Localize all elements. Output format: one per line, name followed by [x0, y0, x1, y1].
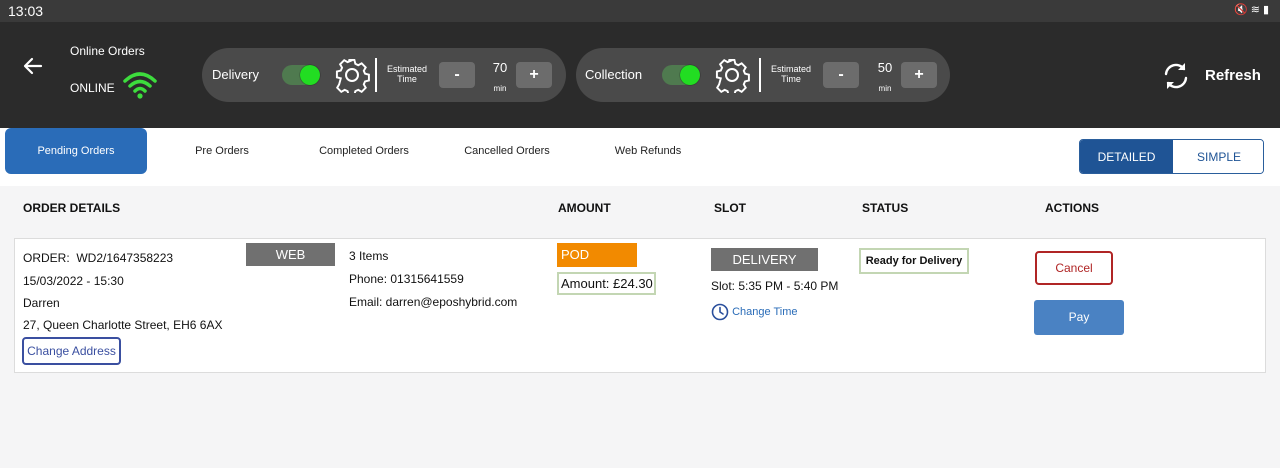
tab-completed-orders[interactable]: Completed Orders	[304, 128, 424, 174]
customer-email: Email: darren@eposhybrid.com	[349, 295, 518, 309]
divider	[759, 58, 761, 92]
delivery-settings-gear-icon[interactable]	[334, 57, 370, 98]
order-datetime: 15/03/2022 - 15:30	[23, 274, 124, 288]
collection-time-value: 50	[877, 60, 893, 75]
order-amount: Amount: £24.30	[557, 272, 656, 295]
order-number: ORDER: WD2/1647358223	[23, 251, 173, 265]
detailed-view-button[interactable]: DETAILED	[1080, 140, 1173, 173]
cancel-order-button[interactable]: Cancel	[1035, 251, 1113, 285]
tab-cancelled-orders[interactable]: Cancelled Orders	[450, 128, 564, 174]
refresh-icon[interactable]	[1160, 60, 1192, 97]
customer-phone: Phone: 01315641559	[349, 272, 464, 286]
system-status-bar: 13:03 🔇≋▮	[0, 0, 1280, 22]
toggle-knob	[680, 65, 700, 85]
order-status-badge: Ready for Delivery	[859, 248, 969, 274]
column-header-status: STATUS	[862, 201, 909, 215]
online-orders-title: Online Orders	[70, 44, 145, 58]
slot-type-badge: DELIVERY	[711, 248, 818, 271]
order-source-badge: WEB	[246, 243, 335, 266]
app-header: Online Orders ONLINE Delivery Estimated T…	[0, 22, 1280, 128]
collection-label: Collection	[585, 67, 643, 82]
change-time-link[interactable]: Change Time	[711, 303, 798, 321]
payment-method-badge: POD	[557, 243, 637, 267]
delivery-decrease-button[interactable]: -	[439, 62, 475, 88]
delivery-label: Delivery	[212, 67, 259, 82]
est-label-line2: Time	[397, 74, 417, 84]
change-address-button[interactable]: Change Address	[22, 337, 121, 365]
collection-decrease-button[interactable]: -	[823, 62, 859, 88]
clock-icon	[711, 303, 729, 321]
delivery-time-value: 70	[492, 60, 508, 75]
collection-toggle[interactable]	[662, 65, 700, 85]
delivery-increase-button[interactable]: +	[516, 62, 552, 88]
wifi-icon: ≋	[1250, 4, 1263, 16]
collection-time-unit: min	[878, 84, 892, 93]
est-label-line2: Time	[781, 74, 801, 84]
customer-name: Darren	[23, 296, 60, 310]
order-id: WD2/1647358223	[76, 251, 174, 265]
simple-view-button[interactable]: SIMPLE	[1173, 140, 1263, 173]
collection-settings-gear-icon[interactable]	[714, 57, 750, 98]
column-header-amount: AMOUNT	[558, 201, 611, 215]
toggle-knob	[300, 65, 320, 85]
wifi-icon	[122, 70, 158, 105]
column-header-slot: SLOT	[714, 201, 746, 215]
delivery-toggle[interactable]	[282, 65, 320, 85]
back-arrow-icon[interactable]	[22, 55, 44, 77]
slot-time: Slot: 5:35 PM - 5:40 PM	[711, 279, 839, 293]
status-time: 13:03	[8, 3, 44, 19]
pay-button[interactable]: Pay	[1034, 300, 1124, 335]
mute-icon: 🔇	[1234, 4, 1251, 16]
item-count: 3 Items	[349, 249, 389, 263]
column-header-actions: ACTIONS	[1045, 201, 1099, 215]
tab-web-refunds[interactable]: Web Refunds	[600, 128, 696, 174]
divider	[375, 58, 377, 92]
system-icons: 🔇≋▮	[1234, 3, 1272, 16]
estimated-time-label: Estimated Time	[766, 64, 816, 84]
column-header-order-details: ORDER DETAILS	[23, 201, 121, 215]
view-mode-toggle: DETAILED SIMPLE	[1079, 139, 1264, 174]
refresh-button[interactable]: Refresh	[1205, 67, 1261, 84]
est-label-line1: Estimated	[386, 64, 428, 74]
est-label-line1: Estimated	[770, 64, 812, 74]
order-label: ORDER:	[23, 251, 70, 265]
battery-icon: ▮	[1262, 4, 1272, 16]
collection-increase-button[interactable]: +	[901, 62, 937, 88]
change-time-label: Change Time	[732, 305, 798, 318]
delivery-control: Delivery Estimated Time - 70 min +	[202, 48, 566, 102]
tab-pending-orders[interactable]: Pending Orders	[5, 128, 147, 174]
tab-pre-orders[interactable]: Pre Orders	[172, 128, 272, 174]
customer-address: 27, Queen Charlotte Street, EH6 6AX	[23, 318, 223, 332]
delivery-time-unit: min	[493, 84, 507, 93]
estimated-time-label: Estimated Time	[382, 64, 432, 84]
online-status-label: ONLINE	[70, 81, 115, 95]
collection-control: Collection Estimated Time - 50 min +	[576, 48, 950, 102]
order-tabs-bar: Pending Orders Pre Orders Completed Orde…	[0, 128, 1280, 186]
